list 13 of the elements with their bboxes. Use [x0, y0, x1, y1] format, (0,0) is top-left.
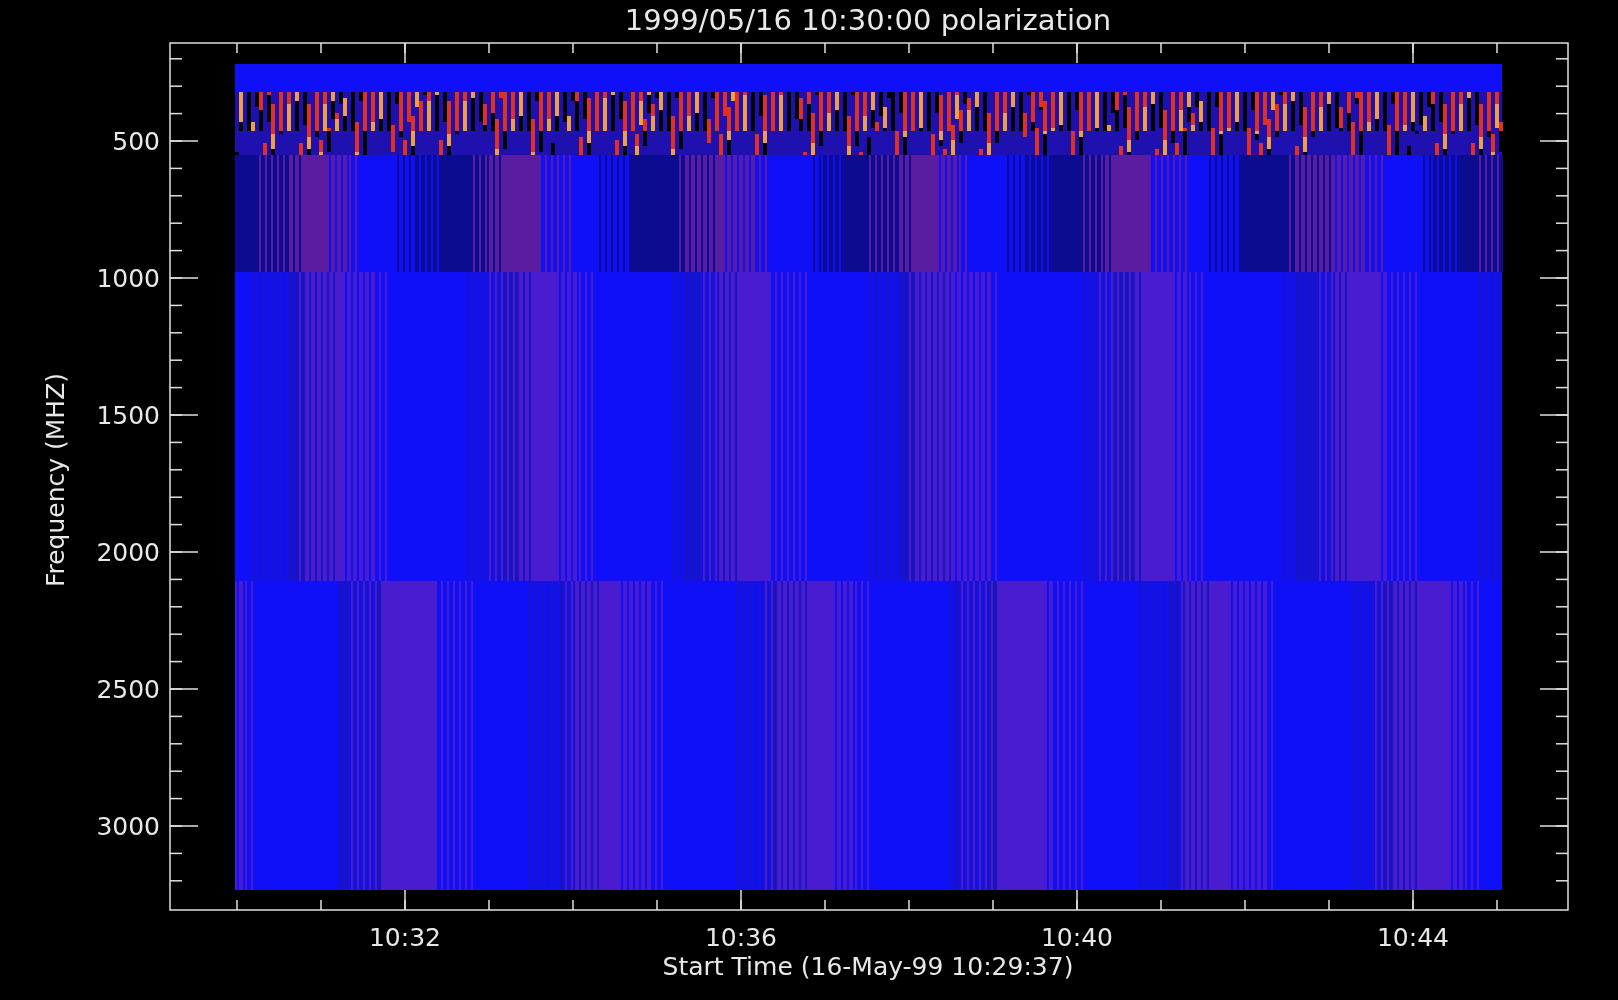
x-tick-label: 10:32	[369, 923, 441, 952]
x-tick-label: 10:44	[1377, 923, 1449, 952]
y-tick-label: 2000	[96, 538, 160, 567]
plot-title: 1999/05/16 10:30:00 polarization	[624, 3, 1112, 37]
y-tick-label: 2500	[96, 675, 160, 704]
y-tick-label: 1000	[96, 264, 160, 293]
x-tick-label: 10:40	[1041, 923, 1113, 952]
x-tick-label: 10:36	[705, 923, 777, 952]
y-tick-label: 1500	[96, 401, 160, 430]
y-tick-label: 500	[112, 127, 160, 156]
x-axis-label: Start Time (16-May-99 10:29:37)	[662, 952, 1074, 981]
y-tick-label: 3000	[96, 812, 160, 841]
y-axis-label: Frequency (MHZ)	[41, 372, 70, 588]
